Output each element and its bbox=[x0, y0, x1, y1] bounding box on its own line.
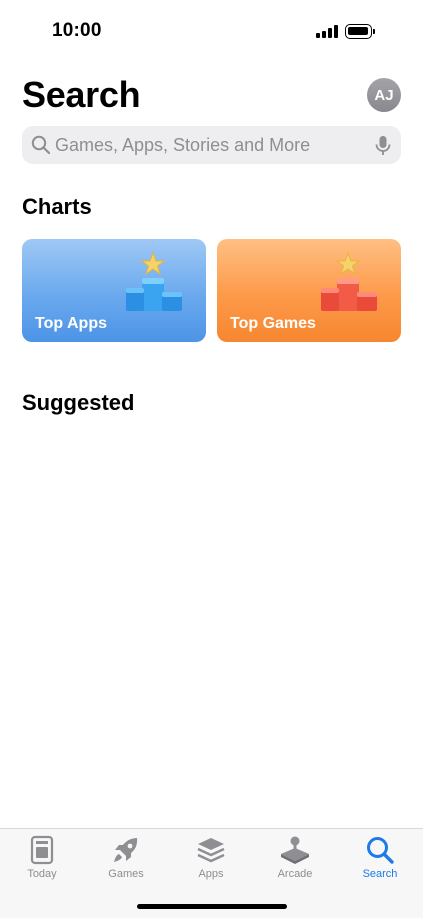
joystick-icon bbox=[281, 836, 309, 864]
podium-star-icon bbox=[126, 251, 182, 311]
search-input[interactable] bbox=[55, 126, 365, 164]
tab-games[interactable]: Games bbox=[91, 835, 161, 887]
top-apps-label: Top Apps bbox=[35, 315, 107, 332]
top-games-card[interactable]: Top Games bbox=[217, 239, 401, 342]
tab-games-label: Games bbox=[108, 868, 144, 880]
magnifier-icon bbox=[31, 135, 51, 155]
tab-arcade[interactable]: Arcade bbox=[260, 835, 330, 887]
today-icon bbox=[30, 835, 54, 865]
tab-search[interactable]: Search bbox=[345, 835, 415, 887]
status-time: 10:00 bbox=[52, 20, 102, 41]
top-games-label: Top Games bbox=[230, 315, 316, 332]
microphone-icon[interactable] bbox=[374, 135, 392, 157]
tab-today-label: Today bbox=[27, 868, 57, 880]
account-avatar-button[interactable]: AJ bbox=[367, 78, 401, 112]
cellular-signal-icon bbox=[316, 25, 338, 38]
tab-apps[interactable]: Apps bbox=[176, 835, 246, 887]
top-apps-card[interactable]: Top Apps bbox=[22, 239, 206, 342]
tab-search-label: Search bbox=[362, 868, 398, 880]
rocket-icon bbox=[114, 838, 138, 862]
tab-arcade-label: Arcade bbox=[277, 868, 313, 880]
podium-star-icon bbox=[321, 251, 377, 311]
suggested-section-title: Suggested bbox=[22, 390, 135, 415]
stack-icon bbox=[197, 838, 225, 863]
page-title: Search bbox=[22, 74, 141, 115]
tab-today[interactable]: Today bbox=[7, 835, 77, 887]
charts-section-title: Charts bbox=[22, 194, 92, 219]
search-icon bbox=[367, 837, 394, 864]
status-bar: 10:00 bbox=[0, 0, 423, 62]
tab-apps-label: Apps bbox=[198, 868, 224, 880]
battery-icon bbox=[345, 24, 375, 39]
search-bar[interactable] bbox=[22, 126, 401, 164]
home-indicator[interactable] bbox=[137, 904, 287, 909]
